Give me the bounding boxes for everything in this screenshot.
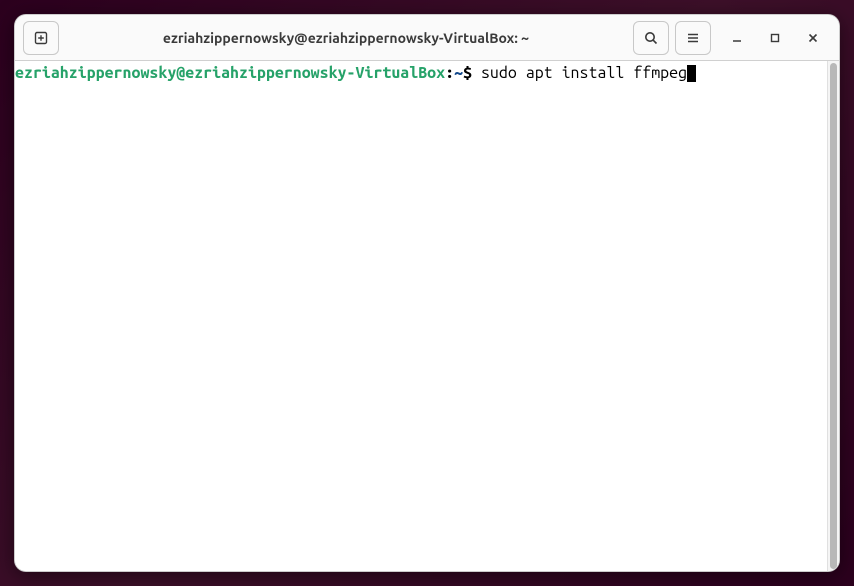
command-text: sudo apt install ffmpeg (481, 64, 687, 82)
search-button[interactable] (633, 21, 669, 55)
window-title: ezriahzippernowsky@ezriahzippernowsky-Vi… (65, 30, 627, 46)
prompt-user-host: ezriahzippernowsky@ezriahzippernowsky-Vi… (15, 64, 445, 82)
menu-button[interactable] (675, 21, 711, 55)
terminal-body: ezriahzippernowsky@ezriahzippernowsky-Vi… (15, 61, 839, 571)
new-tab-button[interactable] (23, 21, 59, 55)
minimize-icon (730, 31, 744, 45)
close-button[interactable] (801, 26, 825, 50)
terminal-window: ezriahzippernowsky@ezriahzippernowsky-Vi… (14, 14, 840, 572)
scrollbar[interactable] (827, 61, 839, 571)
hamburger-icon (685, 30, 701, 46)
window-controls (725, 26, 825, 50)
minimize-button[interactable] (725, 26, 749, 50)
prompt-separator-colon: : (445, 64, 454, 82)
search-icon (643, 30, 659, 46)
terminal-content[interactable]: ezriahzippernowsky@ezriahzippernowsky-Vi… (15, 61, 827, 571)
scrollbar-thumb[interactable] (830, 63, 837, 569)
cursor (687, 65, 696, 82)
prompt-separator-dollar: $ (463, 64, 481, 82)
close-icon (806, 31, 820, 45)
prompt-path: ~ (454, 64, 463, 82)
maximize-icon (768, 31, 782, 45)
titlebar: ezriahzippernowsky@ezriahzippernowsky-Vi… (15, 15, 839, 61)
new-tab-icon (33, 30, 49, 46)
maximize-button[interactable] (763, 26, 787, 50)
